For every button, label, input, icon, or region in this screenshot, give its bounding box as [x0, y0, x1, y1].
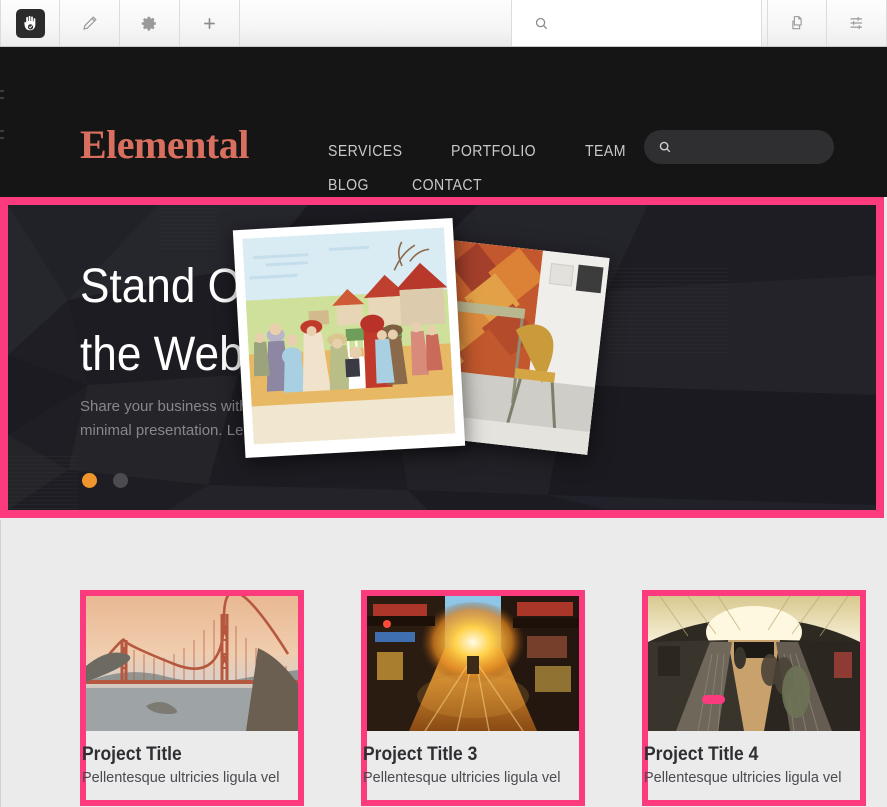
- project-card[interactable]: Project Title 3 Pellentesque ultricies l…: [361, 590, 585, 806]
- cms-toolbar: [0, 0, 887, 47]
- preferences-button[interactable]: [827, 0, 887, 46]
- search-icon: [534, 16, 549, 31]
- project-image-subway-escalator: [648, 596, 860, 731]
- project-title: Project Title 4: [644, 744, 759, 765]
- projects-grid: Project Title Pellentesque ultricies lig…: [80, 590, 866, 806]
- sliders-icon: [848, 14, 866, 32]
- header-search-box[interactable]: [644, 130, 835, 164]
- header-search-input[interactable]: [680, 140, 835, 154]
- carousel-dot-inactive[interactable]: [113, 473, 128, 488]
- left-edge-divider: [0, 520, 1, 807]
- carousel-dots: [82, 473, 128, 488]
- projects-band: Project Title Pellentesque ultricies lig…: [0, 518, 887, 807]
- sitemap-button[interactable]: [767, 0, 827, 46]
- nav-item-blog[interactable]: BLOG: [328, 169, 369, 203]
- left-edge-marks: [0, 90, 4, 139]
- pages-copy-icon: [788, 14, 806, 32]
- project-body: Pellentesque ultricies ligula vel: [644, 770, 842, 786]
- drag-handle-marker[interactable]: [702, 695, 725, 704]
- project-body: Pellentesque ultricies ligula vel: [82, 770, 280, 786]
- site-header: Elemental SERVICES PORTFOLIO TEAM BLOG C…: [0, 47, 887, 197]
- pencil-icon: [81, 14, 99, 32]
- nav-item-contact[interactable]: CONTACT: [412, 169, 482, 203]
- edit-button[interactable]: [60, 0, 120, 46]
- nav-item-portfolio[interactable]: PORTFOLIO: [451, 135, 536, 169]
- hero-photo-illustration: [232, 218, 466, 458]
- toolbar-search-area[interactable]: [512, 0, 762, 46]
- hand-logo-icon: [15, 8, 45, 38]
- project-card[interactable]: Project Title 4 Pellentesque ultricies l…: [642, 590, 866, 806]
- plus-icon: [201, 15, 218, 32]
- project-image-city-street: [367, 596, 579, 731]
- carousel-dot-active[interactable]: [82, 473, 97, 488]
- toolbar-right-group: [767, 0, 887, 46]
- nav-item-team[interactable]: TEAM: [585, 135, 626, 169]
- add-button[interactable]: [180, 0, 240, 46]
- hero-slide: Stand Out on the Web Share your business…: [8, 205, 876, 510]
- site-logo[interactable]: Elemental: [80, 125, 249, 165]
- project-title: Project Title: [82, 744, 182, 765]
- project-body: Pellentesque ultricies ligula vel: [363, 770, 561, 786]
- project-title: Project Title 3: [363, 744, 478, 765]
- settings-button[interactable]: [120, 0, 180, 46]
- toolbar-search-input[interactable]: [557, 16, 761, 30]
- project-image-golden-gate: [86, 596, 298, 731]
- project-card[interactable]: Project Title Pellentesque ultricies lig…: [80, 590, 304, 806]
- toolbar-spacer: [240, 0, 512, 46]
- nav-item-services[interactable]: SERVICES: [328, 135, 402, 169]
- search-icon: [658, 140, 672, 154]
- concrete5-logo-button[interactable]: [0, 0, 60, 46]
- hero-editable-region[interactable]: Stand Out on the Web Share your business…: [0, 197, 884, 518]
- gear-icon: [141, 15, 158, 32]
- main-navigation: SERVICES PORTFOLIO TEAM BLOG CONTACT: [328, 135, 658, 203]
